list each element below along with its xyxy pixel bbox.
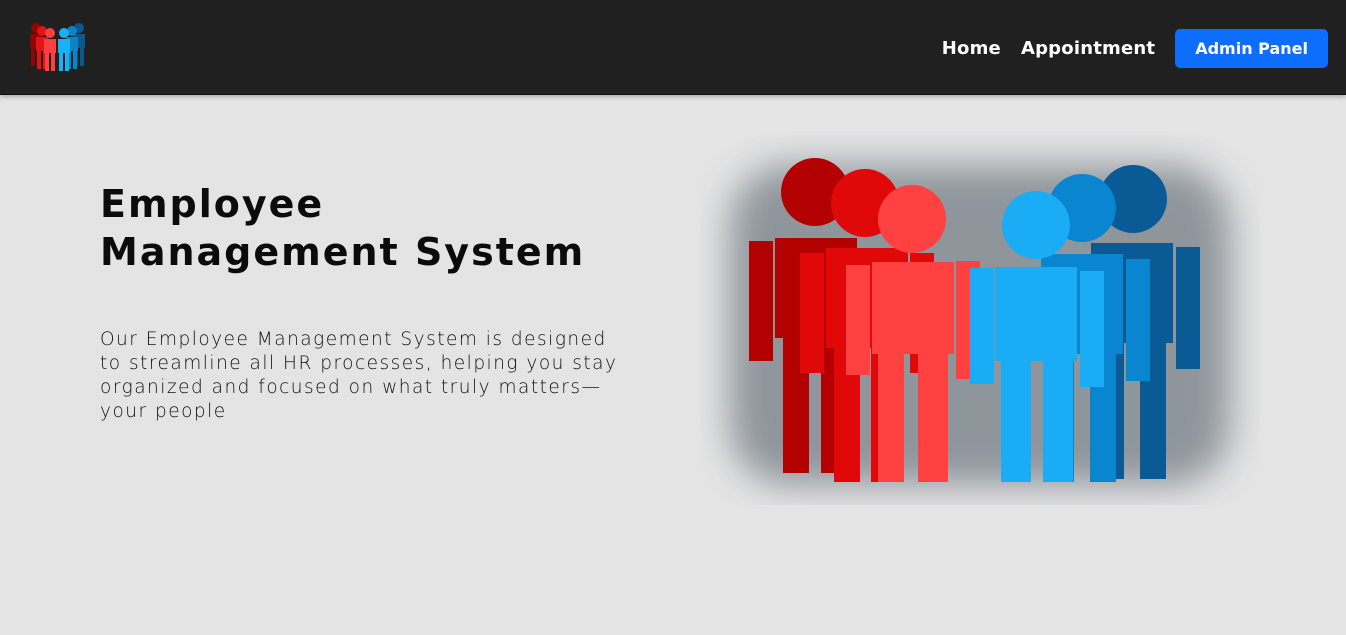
team-people-illustration-icon (730, 158, 1230, 485)
admin-panel-button[interactable]: Admin Panel (1175, 29, 1328, 68)
nav-links: Home Appointment Admin Panel (942, 29, 1328, 68)
hero-title-line2: Management System (100, 230, 586, 274)
hero-title: Employee Management System (100, 180, 660, 276)
hero-description: Our Employee Management System is design… (100, 329, 618, 422)
logo-icon[interactable] (24, 22, 92, 72)
nav-home-link[interactable]: Home (942, 38, 1001, 59)
hero-title-line1: Employee (100, 182, 325, 226)
nav-appointment-link[interactable]: Appointment (1021, 38, 1155, 59)
navbar: Home Appointment Admin Panel (0, 0, 1346, 95)
